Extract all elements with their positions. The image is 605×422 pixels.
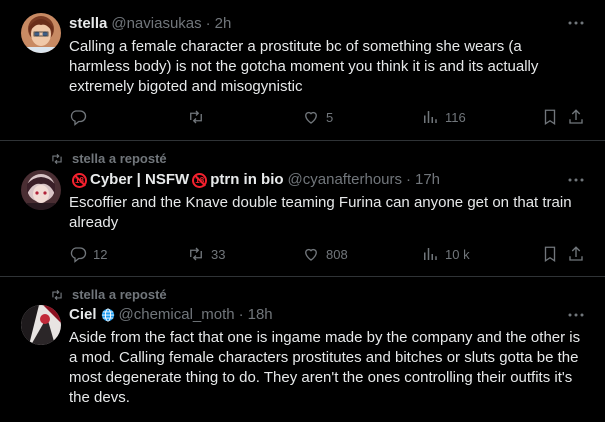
more-icon[interactable] [567,14,585,32]
tweet-text: Escoffier and the Knave double teaming F… [69,194,572,231]
tweet[interactable]: stella a reposté 18 Cyber | NSFW 18 ptrn… [0,141,605,277]
author-name-suffix[interactable]: ptrn in bio [210,170,283,190]
reply-count: 12 [93,246,108,262]
repost-label[interactable]: stella a reposté [72,287,167,303]
share-button[interactable] [567,108,585,126]
author-handle[interactable]: @cyanafterhours [288,170,402,190]
retweet-icon [52,289,62,301]
no-under-18-icon: 18 [192,172,208,188]
separator-dot: · [205,15,211,32]
avatar[interactable] [21,305,61,345]
share-button[interactable] [567,245,585,263]
repost-indicator: stella a reposté [50,151,167,167]
tweet[interactable]: stella @naviasukas · 2h Calling a female… [0,0,605,141]
reply-icon [70,110,87,126]
bookmark-icon [544,246,556,263]
views-button[interactable]: 10 k [421,245,470,263]
action-bar: 5 116 [69,107,585,127]
tweet-text: Calling a female character a prostitute … [69,38,539,95]
share-icon [569,246,583,261]
retweet-button[interactable]: 33 [187,245,225,263]
action-bar: 12 33 808 10 k [69,244,585,264]
timestamp[interactable]: 17h [415,170,440,190]
author-handle[interactable]: @naviasukas [111,14,201,34]
retweet-icon [52,153,62,165]
author-handle[interactable]: @chemical_moth [119,305,235,325]
timeline-feed: stella @naviasukas · 2h Calling a female… [0,0,605,422]
bookmark-icon [544,109,556,126]
views-count: 116 [445,109,466,125]
separator-dot: · [238,306,244,323]
no-under-18-icon: 18 [72,172,87,188]
retweet-count: 33 [211,246,226,262]
author-name[interactable]: stella [69,14,107,34]
reply-button[interactable]: 12 [69,245,107,263]
views-icon [424,111,437,123]
like-count: 5 [326,109,334,125]
bookmark-button[interactable] [541,108,559,126]
like-button[interactable]: 5 [302,108,333,126]
more-icon[interactable] [567,306,585,324]
tweet-header: stella @naviasukas · 2h [69,14,231,34]
more-icon[interactable] [567,171,585,189]
like-icon [305,248,317,261]
tweet-header: 18 Cyber | NSFW 18 ptrn in bio @cyanafte… [69,170,440,190]
share-icon [569,109,583,124]
retweet-button[interactable] [187,108,211,126]
separator-dot: · [406,171,411,188]
repost-label[interactable]: stella a reposté [72,151,167,167]
retweet-icon [190,110,202,124]
tweet[interactable]: stella a reposté Ciel @chemical_moth · 1… [0,277,605,422]
bookmark-button[interactable] [541,245,559,263]
views-count: 10 k [445,246,470,262]
retweet-icon [190,247,202,261]
author-name[interactable]: Ciel [69,305,97,325]
like-icon [305,111,317,124]
views-button[interactable]: 116 [421,108,466,126]
globe-icon [101,308,114,322]
repost-indicator: stella a reposté [50,287,167,303]
like-count: 808 [326,246,348,262]
avatar[interactable] [21,13,61,53]
timestamp[interactable]: 18h [248,305,273,325]
timestamp[interactable]: 2h [215,14,232,34]
like-button[interactable]: 808 [302,245,348,263]
reply-icon [70,247,87,263]
tweet-text: Aside from the fact that one is ingame m… [69,329,581,406]
avatar[interactable] [21,170,61,210]
tweet-header: Ciel @chemical_moth · 18h [69,305,273,325]
author-name[interactable]: Cyber | NSFW [90,170,189,190]
reply-button[interactable] [69,108,93,126]
views-icon [424,248,437,260]
